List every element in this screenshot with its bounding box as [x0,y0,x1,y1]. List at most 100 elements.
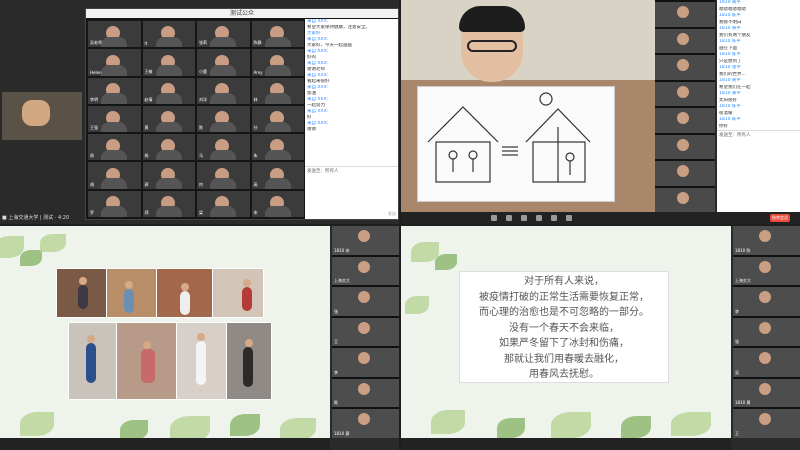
participant-thumbnail[interactable] [655,134,715,159]
participant-tile[interactable]: 郭 [142,162,195,189]
participant-thumbnail[interactable] [655,161,715,186]
participant-name: 小鹿 [199,68,207,74]
video-icon[interactable] [506,215,512,221]
participant-body [264,178,291,189]
poem-line: 用春风去抚慰。 [529,369,599,380]
participant-tile[interactable]: 赵倩 [142,77,195,104]
participant-body [210,65,237,76]
participant-name: 郑 [144,210,149,215]
participant-tile[interactable]: 孙 [251,105,304,133]
end-meeting-button[interactable]: 结束会议 [770,214,790,222]
participant-thumbnail[interactable]: 1810 陈 [733,226,800,255]
participant-body [101,65,128,76]
participant-thumbnail[interactable] [655,108,715,133]
poem-line: 那就让我们用春暖去融化， [504,353,624,365]
participant-tile[interactable]: 李明 [88,77,141,104]
participant-tile[interactable]: 王敏 [142,49,195,76]
participant-thumbnail[interactable]: 上海交大 [332,256,399,286]
participant-name: 1810 黄 [735,400,751,406]
leaf-decoration [405,296,429,314]
participant-thumbnail[interactable]: 王 [733,409,800,439]
participant-tile[interactable]: 黄 [142,105,195,133]
chat-recipient-select[interactable]: 发送至：所有人 [717,130,800,142]
bottom-left-slide-share: 1810 宋上海交大张王李陈 1810 黄 [0,226,399,450]
speaker-video-tile[interactable] [2,92,82,140]
participant-tile[interactable]: 周 [88,134,141,161]
participant-name: 张 [735,339,739,345]
participant-tile[interactable]: 张莉 [197,21,250,48]
top-right-speaker-view: 1810 黄平 嗯嗯嗯嗯嗯嗯 1810 陈平 我很不明白 1810 黄平 我们有两个… [401,0,800,224]
mic-icon[interactable] [491,215,497,221]
participant-thumbnail[interactable] [655,187,715,212]
participant-body [264,149,291,161]
photo-8 [226,322,272,400]
participant-body [101,121,128,133]
participant-tile[interactable]: 郑 [142,190,195,217]
leaf-decoration [497,418,525,438]
participant-face [677,32,689,45]
leaf-decoration [280,418,316,438]
chat-input[interactable]: 发送至：所有人 发送 [305,166,398,219]
participant-tile[interactable]: 宋 [251,190,304,217]
chat-panel-2: 1810 黄平 嗯嗯嗯嗯嗯嗯 1810 陈平 我很不明白 1810 黄平 我们有两个… [717,0,800,212]
leaf-decoration [621,416,651,438]
participant-name: 李 [735,308,739,314]
participant-tile[interactable]: 吴老师 [88,21,141,48]
participant-tile[interactable]: 马 [197,134,250,161]
participant-tile[interactable]: 刘洋 [197,77,250,104]
participant-name: 黄 [144,125,149,131]
participant-tile[interactable]: 朱 [251,134,304,161]
send-button[interactable]: 发送 [388,211,396,217]
participant-thumbnail[interactable]: 张 [332,287,399,316]
participant-face [759,230,771,242]
participant-thumbnail[interactable] [655,81,715,106]
participant-thumbnail[interactable]: 1810 黄 [332,409,399,439]
record-icon[interactable] [566,215,572,221]
leaf-decoration [435,254,457,270]
participant-thumbnail[interactable] [655,2,715,27]
participants-icon[interactable] [521,215,527,221]
poem-line: 对于所有人来说， [524,276,604,287]
participant-face [358,291,370,304]
participant-tile[interactable]: 杨 [142,134,195,161]
participant-tile[interactable]: 陈 [197,105,250,133]
participant-tile[interactable]: lt [142,21,195,48]
chat-icon[interactable] [551,215,557,221]
participant-name: 罗 [90,210,94,215]
participant-thumbnail[interactable]: 王 [332,317,399,347]
participant-thumbnail[interactable]: 陈 [332,378,399,408]
photo-7 [176,322,228,400]
participant-thumbnail[interactable]: 吴 [733,348,800,377]
participant-name: 上海交大 [334,278,350,284]
participant-tile[interactable]: 高 [251,162,304,189]
leaf-decoration [40,234,66,252]
participant-name: 高 [253,181,258,187]
participant-tile[interactable]: 陈静 [251,21,304,48]
participant-thumbnail[interactable]: 张 [733,317,800,347]
participant-tile[interactable]: 王强 [88,105,141,133]
participant-face [759,291,771,304]
participant-name: 梁 [199,210,203,215]
participant-tile[interactable]: Amy [251,49,304,76]
participant-tile[interactable]: 梁 [197,190,250,217]
participant-tile[interactable]: Helen [88,49,141,76]
participant-thumbnail[interactable]: 1810 黄 [733,378,800,408]
participant-tile[interactable]: 胡 [88,162,141,189]
participant-thumbnail[interactable] [655,28,715,53]
participant-tile[interactable]: 林 [251,77,304,104]
participant-thumbnail[interactable]: 李 [733,287,800,316]
chat-recipient-select[interactable]: 发送至：所有人 [305,167,398,177]
participant-thumbnail[interactable]: 1810 宋 [332,226,399,255]
poem-line: 被疫情打破的正常生活需要恢复正常， [479,291,649,303]
participant-name: 宋 [253,210,258,215]
top-left-gallery-view: 测试公众 吴老师 lt 张莉 陈静 Helen 王敏 小鹿 Amy 李明 赵倩 刘洋 林王强 黄 陈 孙周 杨… [0,0,399,224]
participant-thumbnail[interactable]: 李 [332,348,399,377]
participant-thumbnails: 1810 陈上海交大李张吴 1810 黄王 [733,226,800,439]
participant-face [677,59,689,71]
participant-thumbnail[interactable] [655,55,715,80]
share-icon[interactable] [536,215,542,221]
participant-tile[interactable]: 小鹿 [197,49,250,76]
participant-thumbnail[interactable]: 上海交大 [733,256,800,286]
participant-tile[interactable]: 何 [197,162,250,189]
participant-tile[interactable]: 罗 [88,190,141,217]
